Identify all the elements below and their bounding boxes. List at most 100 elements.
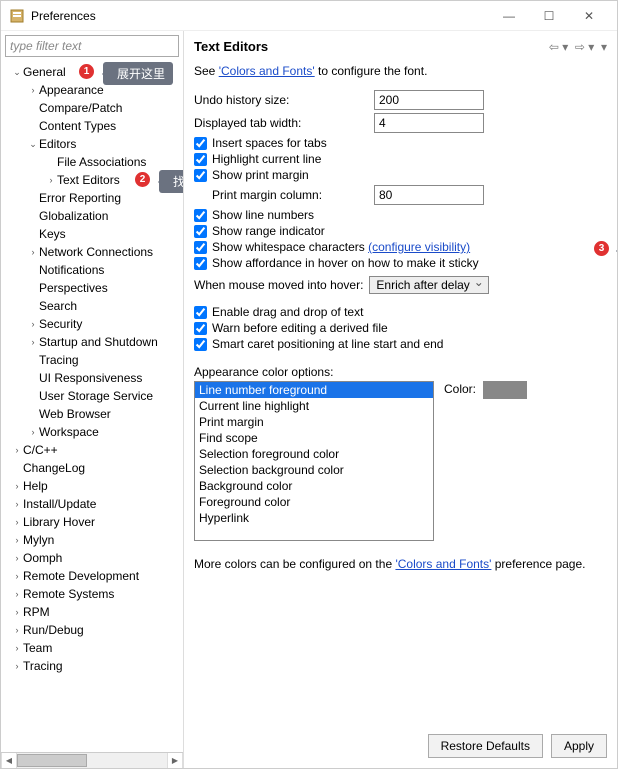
- hover-select[interactable]: Enrich after delay: [369, 276, 488, 294]
- scroll-track[interactable]: [17, 753, 167, 768]
- tree-item[interactable]: Tracing: [1, 351, 183, 369]
- scroll-left-button[interactable]: ◀: [1, 753, 17, 768]
- tree-item[interactable]: ›Remote Systems: [1, 585, 183, 603]
- margin-input[interactable]: [374, 185, 484, 205]
- print-margin-checkbox[interactable]: [194, 169, 207, 182]
- tree-item[interactable]: ›Network Connections: [1, 243, 183, 261]
- expand-icon[interactable]: ›: [11, 607, 23, 617]
- line-numbers-checkbox[interactable]: [194, 209, 207, 222]
- tab-input[interactable]: [374, 113, 484, 133]
- expand-icon[interactable]: ›: [11, 517, 23, 527]
- tree-item[interactable]: ›Remote Development: [1, 567, 183, 585]
- tree-item[interactable]: ›Text Editors2找到这个: [1, 171, 183, 189]
- expand-icon[interactable]: ›: [11, 589, 23, 599]
- scroll-right-button[interactable]: ▶: [167, 753, 183, 768]
- listbox-item[interactable]: Foreground color: [195, 494, 433, 510]
- listbox-item[interactable]: Selection foreground color: [195, 446, 433, 462]
- insert-spaces-checkbox[interactable]: [194, 137, 207, 150]
- tree-item[interactable]: Globalization: [1, 207, 183, 225]
- tree-item[interactable]: ChangeLog: [1, 459, 183, 477]
- filter-input[interactable]: type filter text: [5, 35, 179, 57]
- tree-item[interactable]: File Associations: [1, 153, 183, 171]
- expand-icon[interactable]: ⌄: [27, 139, 39, 150]
- expand-icon[interactable]: ›: [11, 499, 23, 509]
- listbox-item[interactable]: Line number foreground: [195, 382, 433, 398]
- expand-icon[interactable]: ›: [27, 247, 39, 257]
- color-swatch[interactable]: [483, 381, 527, 399]
- appearance-listbox[interactable]: Line number foregroundCurrent line highl…: [194, 381, 434, 541]
- listbox-item[interactable]: Current line highlight: [195, 398, 433, 414]
- close-button[interactable]: ✕: [569, 2, 609, 30]
- expand-icon[interactable]: ›: [27, 85, 39, 95]
- listbox-item[interactable]: Selection background color: [195, 462, 433, 478]
- expand-icon[interactable]: ›: [11, 481, 23, 491]
- expand-icon[interactable]: ›: [27, 337, 39, 347]
- tree-item[interactable]: Compare/Patch: [1, 99, 183, 117]
- apply-button[interactable]: Apply: [551, 734, 607, 758]
- hover-label: When mouse moved into hover:: [194, 278, 363, 292]
- scroll-thumb[interactable]: [17, 754, 87, 767]
- expand-icon[interactable]: ›: [11, 625, 23, 635]
- tree-item[interactable]: ›Workspace: [1, 423, 183, 441]
- tree-item[interactable]: ›Run/Debug: [1, 621, 183, 639]
- tree-item[interactable]: UI Responsiveness: [1, 369, 183, 387]
- tree-item[interactable]: ›Oomph: [1, 549, 183, 567]
- tree-item[interactable]: Perspectives: [1, 279, 183, 297]
- tree-item[interactable]: ›Mylyn: [1, 531, 183, 549]
- tree-item[interactable]: ›Appearance: [1, 81, 183, 99]
- tree-item[interactable]: ›Install/Update: [1, 495, 183, 513]
- tree-item[interactable]: ⌄General1展开这里: [1, 63, 183, 81]
- affordance-checkbox[interactable]: [194, 257, 207, 270]
- expand-icon[interactable]: ›: [11, 571, 23, 581]
- tree-item[interactable]: ›Library Hover: [1, 513, 183, 531]
- preferences-tree[interactable]: ⌄General1展开这里›AppearanceCompare/PatchCon…: [1, 61, 183, 752]
- expand-icon[interactable]: ›: [11, 445, 23, 455]
- tree-item[interactable]: ›Tracing: [1, 657, 183, 675]
- tree-item[interactable]: ›Security: [1, 315, 183, 333]
- tree-item[interactable]: ›Team: [1, 639, 183, 657]
- footer-suffix: preference page.: [491, 557, 585, 571]
- colors-fonts-link[interactable]: 'Colors and Fonts': [219, 64, 315, 78]
- listbox-item[interactable]: Find scope: [195, 430, 433, 446]
- configure-visibility-link[interactable]: (configure visibility): [368, 240, 470, 254]
- smart-caret-checkbox[interactable]: [194, 338, 207, 351]
- whitespace-checkbox[interactable]: [194, 241, 207, 254]
- expand-icon[interactable]: ›: [11, 535, 23, 545]
- expand-icon[interactable]: ›: [11, 553, 23, 563]
- tree-item[interactable]: ›Help: [1, 477, 183, 495]
- expand-icon[interactable]: ›: [45, 175, 57, 185]
- range-indicator-checkbox[interactable]: [194, 225, 207, 238]
- tree-item-label: Workspace: [39, 425, 99, 439]
- expand-icon[interactable]: ⌄: [11, 67, 23, 78]
- smart-caret-label: Smart caret positioning at line start an…: [212, 337, 443, 351]
- expand-icon[interactable]: ›: [11, 661, 23, 671]
- tree-item[interactable]: Web Browser: [1, 405, 183, 423]
- tree-item[interactable]: Content Types: [1, 117, 183, 135]
- restore-defaults-button[interactable]: Restore Defaults: [428, 734, 543, 758]
- tree-item[interactable]: ›C/C++: [1, 441, 183, 459]
- tree-item-label: RPM: [23, 605, 50, 619]
- expand-icon[interactable]: ›: [11, 643, 23, 653]
- warn-derived-checkbox[interactable]: [194, 322, 207, 335]
- tree-item[interactable]: ›RPM: [1, 603, 183, 621]
- tree-item[interactable]: Error Reporting: [1, 189, 183, 207]
- highlight-line-checkbox[interactable]: [194, 153, 207, 166]
- listbox-item[interactable]: Print margin: [195, 414, 433, 430]
- tree-item[interactable]: User Storage Service: [1, 387, 183, 405]
- tree-item[interactable]: Keys: [1, 225, 183, 243]
- tree-item[interactable]: Notifications: [1, 261, 183, 279]
- undo-input[interactable]: [374, 90, 484, 110]
- nav-arrows[interactable]: ⇦ ▾ ⇨ ▾ ▾: [549, 40, 607, 54]
- tree-item[interactable]: ›Startup and Shutdown: [1, 333, 183, 351]
- tree-item[interactable]: Search: [1, 297, 183, 315]
- listbox-item[interactable]: Hyperlink: [195, 510, 433, 526]
- expand-icon[interactable]: ›: [27, 319, 39, 329]
- listbox-item[interactable]: Background color: [195, 478, 433, 494]
- horizontal-scrollbar[interactable]: ◀ ▶: [1, 752, 183, 768]
- drag-drop-checkbox[interactable]: [194, 306, 207, 319]
- maximize-button[interactable]: ☐: [529, 2, 569, 30]
- footer-link[interactable]: 'Colors and Fonts': [395, 557, 491, 571]
- tree-item[interactable]: ⌄Editors: [1, 135, 183, 153]
- expand-icon[interactable]: ›: [27, 427, 39, 437]
- minimize-button[interactable]: —: [489, 2, 529, 30]
